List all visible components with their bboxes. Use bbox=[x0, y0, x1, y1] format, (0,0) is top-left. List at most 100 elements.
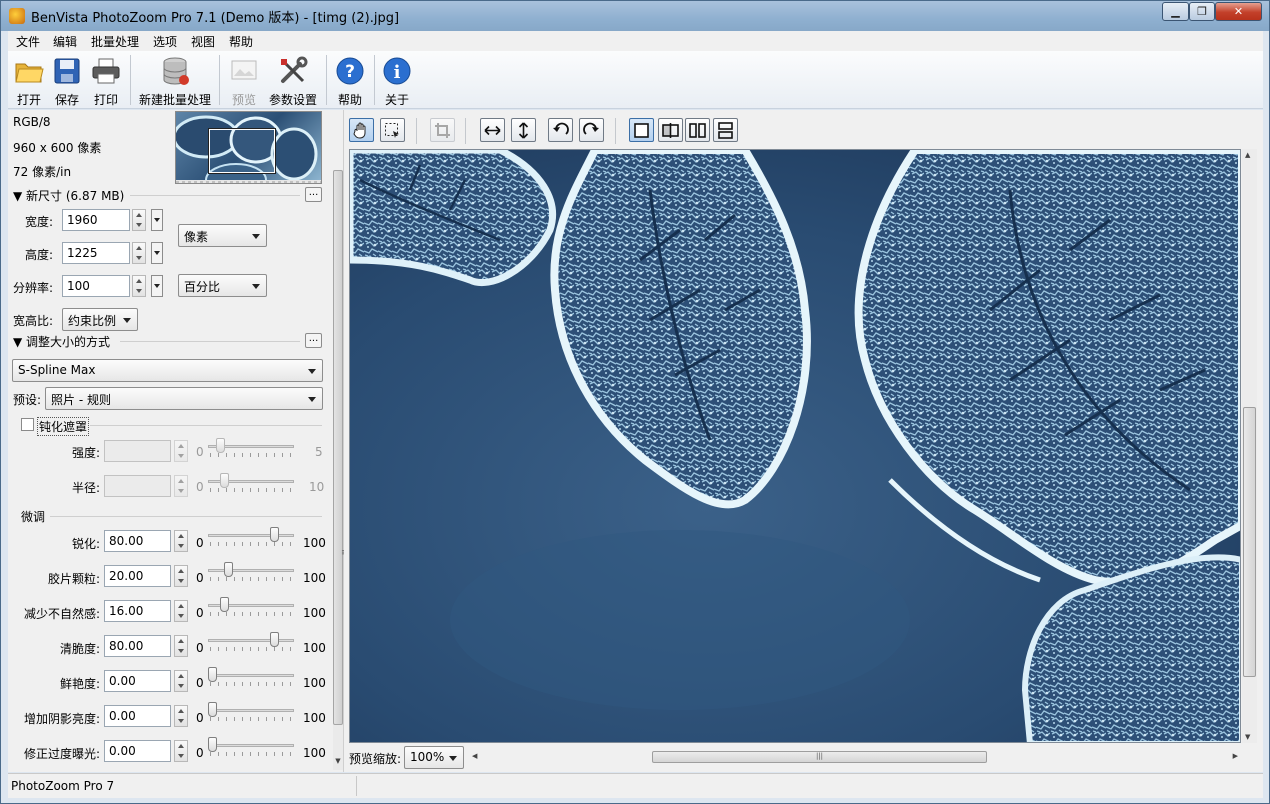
finetune-slider[interactable] bbox=[208, 666, 294, 688]
minimize-button[interactable]: ▁ bbox=[1162, 2, 1189, 21]
width-spinner[interactable] bbox=[132, 209, 146, 231]
slider-thumb[interactable] bbox=[220, 597, 230, 612]
app-icon[interactable] bbox=[9, 8, 25, 24]
finetune-value-input[interactable]: 0.00 bbox=[104, 705, 171, 727]
stacked-view-button[interactable] bbox=[713, 118, 738, 142]
scroll-up-arrow[interactable]: ▲ bbox=[1245, 151, 1250, 159]
vertical-scrollbar-thumb[interactable] bbox=[1243, 407, 1256, 677]
finetune-value-input[interactable]: 20.00 bbox=[104, 565, 171, 587]
close-button[interactable]: ✕ bbox=[1215, 2, 1262, 21]
panel-scrollbar-thumb[interactable] bbox=[333, 170, 343, 725]
scroll-right-arrow[interactable]: ▶ bbox=[1233, 752, 1238, 760]
open-button[interactable]: 打开 bbox=[10, 53, 48, 107]
title-bar[interactable]: BenVista PhotoZoom Pro 7.1 (Demo 版本) - [… bbox=[1, 1, 1269, 31]
menu-edit[interactable]: 编辑 bbox=[53, 33, 77, 50]
resolution-menu-button[interactable] bbox=[151, 275, 163, 297]
save-button[interactable]: 保存 bbox=[49, 53, 85, 107]
scroll-down-arrow[interactable]: ▼ bbox=[1245, 733, 1250, 741]
preview-horizontal-scrollbar[interactable]: ◀ ||| ▶ bbox=[469, 749, 1241, 765]
slider-thumb[interactable] bbox=[223, 562, 233, 577]
marquee-tool-button[interactable] bbox=[380, 118, 405, 142]
slider-thumb[interactable] bbox=[270, 632, 280, 647]
height-spinner[interactable] bbox=[132, 242, 146, 264]
menu-file[interactable]: 文件 bbox=[16, 33, 40, 50]
radius-spinner[interactable] bbox=[174, 475, 188, 497]
settings-button[interactable]: 参数设置 bbox=[266, 53, 320, 107]
width-input[interactable]: 1960 bbox=[62, 209, 130, 231]
panel-scroll-down-arrow[interactable]: ▼ bbox=[333, 757, 343, 765]
finetune-slider[interactable] bbox=[208, 561, 294, 583]
resolution-unit-select[interactable]: 百分比 bbox=[178, 274, 267, 297]
rotate-left-button[interactable] bbox=[548, 118, 573, 142]
finetune-spinner[interactable] bbox=[174, 635, 188, 657]
horizontal-scrollbar-thumb[interactable]: ||| bbox=[652, 751, 987, 763]
unsharp-label[interactable]: 钝化遮罩 bbox=[37, 417, 90, 436]
new-size-more-button[interactable]: ... bbox=[305, 187, 322, 202]
finetune-value-input[interactable]: 0.00 bbox=[104, 740, 171, 762]
finetune-spinner[interactable] bbox=[174, 705, 188, 727]
resolution-input[interactable]: 100 bbox=[62, 275, 130, 297]
print-button[interactable]: 打印 bbox=[87, 53, 125, 107]
single-view-button[interactable] bbox=[629, 118, 654, 142]
finetune-slider[interactable] bbox=[208, 631, 294, 653]
finetune-value-input[interactable]: 0.00 bbox=[104, 670, 171, 692]
split-view-button[interactable] bbox=[658, 118, 683, 142]
finetune-value-input[interactable]: 80.00 bbox=[104, 635, 171, 657]
panel-scrollbar[interactable] bbox=[333, 170, 343, 770]
resize-method-select[interactable]: S-Spline Max bbox=[12, 359, 323, 382]
finetune-slider[interactable] bbox=[208, 701, 294, 723]
finetune-slider[interactable] bbox=[208, 736, 294, 758]
unsharp-checkbox[interactable] bbox=[21, 418, 34, 431]
finetune-spinner[interactable] bbox=[174, 740, 188, 762]
slider-thumb[interactable] bbox=[270, 527, 280, 542]
resolution-spinner[interactable] bbox=[132, 275, 146, 297]
navigator-viewport-rect[interactable] bbox=[208, 128, 276, 174]
menu-batch[interactable]: 批量处理 bbox=[91, 33, 139, 50]
zoom-select[interactable]: 100% bbox=[404, 746, 464, 769]
preview-vertical-scrollbar[interactable]: ▲ ▼ bbox=[1242, 149, 1257, 743]
fit-height-button[interactable] bbox=[511, 118, 536, 142]
help-button[interactable]: ? 帮助 bbox=[331, 53, 369, 107]
size-unit-select[interactable]: 像素 bbox=[178, 224, 267, 247]
side-by-side-view-button[interactable] bbox=[685, 118, 710, 142]
preview-canvas[interactable] bbox=[349, 149, 1241, 743]
finetune-slider[interactable] bbox=[208, 596, 294, 618]
resize-method-more-button[interactable]: ... bbox=[305, 333, 322, 348]
finetune-spinner[interactable] bbox=[174, 600, 188, 622]
crop-tool-button[interactable] bbox=[430, 118, 455, 142]
new-size-header[interactable]: ▼ 新尺寸 (6.87 MB) bbox=[13, 187, 124, 204]
fit-width-button[interactable] bbox=[480, 118, 505, 142]
hand-tool-button[interactable] bbox=[349, 118, 374, 142]
slider-thumb[interactable] bbox=[208, 702, 217, 717]
preview-button[interactable]: 预览 bbox=[225, 53, 263, 107]
scroll-left-arrow[interactable]: ◀ bbox=[472, 752, 477, 760]
radius-input[interactable] bbox=[104, 475, 171, 497]
finetune-spinner[interactable] bbox=[174, 565, 188, 587]
finetune-spinner[interactable] bbox=[174, 530, 188, 552]
menu-help[interactable]: 帮助 bbox=[229, 33, 253, 50]
finetune-value-input[interactable]: 16.00 bbox=[104, 600, 171, 622]
menu-view[interactable]: 视图 bbox=[191, 33, 215, 50]
new-batch-button[interactable]: 新建批量处理 bbox=[136, 53, 214, 107]
menu-options[interactable]: 选项 bbox=[153, 33, 177, 50]
rotate-right-button[interactable] bbox=[579, 118, 604, 142]
radius-slider[interactable] bbox=[208, 472, 294, 494]
strength-spinner[interactable] bbox=[174, 440, 188, 462]
slider-thumb[interactable] bbox=[208, 737, 217, 752]
about-button[interactable]: i 关于 bbox=[379, 53, 415, 107]
finetune-spinner[interactable] bbox=[174, 670, 188, 692]
preset-select[interactable]: 照片 - 规则 bbox=[45, 387, 323, 410]
slider-thumb[interactable] bbox=[208, 667, 217, 682]
strength-slider[interactable] bbox=[208, 437, 294, 459]
finetune-slider[interactable] bbox=[208, 526, 294, 548]
resize-method-header[interactable]: ▼ 调整大小的方式 bbox=[13, 333, 110, 350]
slider-thumb[interactable] bbox=[215, 438, 225, 453]
maximize-button[interactable]: ❐ bbox=[1189, 2, 1215, 21]
width-menu-button[interactable] bbox=[151, 209, 163, 231]
aspect-ratio-select[interactable]: 约束比例 bbox=[62, 308, 138, 331]
strength-input[interactable] bbox=[104, 440, 171, 462]
height-menu-button[interactable] bbox=[151, 242, 163, 264]
navigator-thumbnail[interactable] bbox=[175, 111, 322, 184]
height-input[interactable]: 1225 bbox=[62, 242, 130, 264]
slider-thumb[interactable] bbox=[219, 473, 229, 488]
